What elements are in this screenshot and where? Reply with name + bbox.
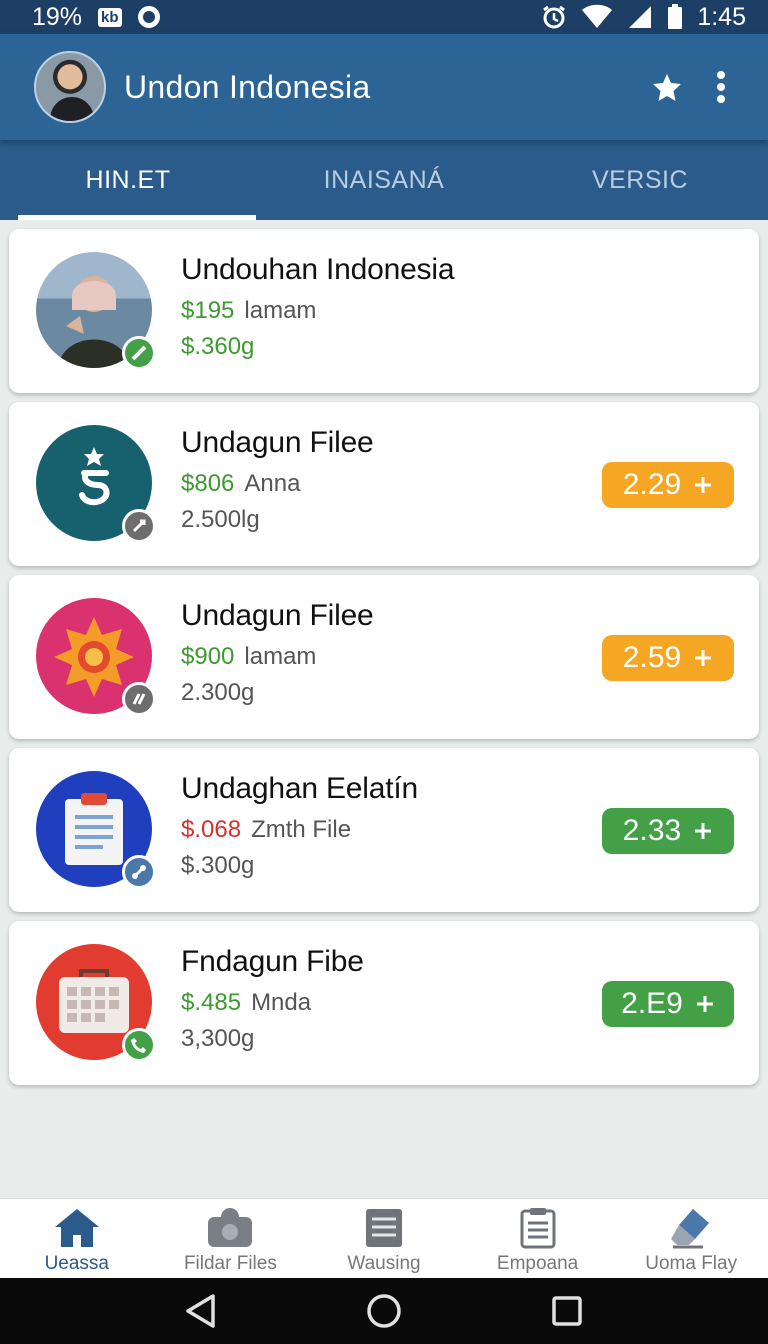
item-title: Undagun Filee (181, 426, 374, 459)
item-size: 3,300g (181, 1025, 255, 1052)
bottom-navigation: Ueassa Fildar Files Wausing Empoana Uoma… (0, 1198, 768, 1278)
nav-label: Wausing (347, 1253, 421, 1274)
item-price-suffix: Zmth File (251, 816, 352, 843)
buy-button[interactable]: 2.33 (602, 808, 734, 854)
avatar[interactable] (34, 51, 106, 123)
item-title: Undaghan Eelatín (181, 772, 418, 805)
camera-icon (208, 1208, 253, 1247)
item-title: Fndagun Fibe (181, 945, 364, 978)
more-vert-icon (717, 71, 725, 103)
item-size: $.300g (181, 852, 255, 879)
plus-icon (696, 996, 713, 1012)
nav-item-uoma-flay[interactable]: Uoma Flay (614, 1199, 768, 1278)
item-price: $195 (181, 297, 235, 324)
link-icon (122, 509, 156, 543)
list-item[interactable]: Undouhan Indonesia $195 lamam $.360g (9, 229, 759, 393)
item-size: $.360g (181, 333, 255, 360)
signal-icon (629, 6, 652, 28)
nav-item-home[interactable]: Ueassa (0, 1199, 154, 1278)
tab-bar: HIN.ET INAISANÁ VERSIC (0, 140, 768, 220)
nav-item-empoana[interactable]: Empoana (461, 1199, 615, 1278)
list-item[interactable]: Undaghan Eelatín $.068 Zmth File $.300g 2… (9, 748, 759, 912)
item-list: Undouhan Indonesia $195 lamam $.360g Unda… (9, 229, 759, 1094)
tab-versic[interactable]: VERSIC (512, 140, 768, 220)
item-price-suffix: lamam (244, 643, 317, 670)
buy-button[interactable]: 2.29 (602, 462, 734, 508)
list-item[interactable]: Undagun Filee $806 Anna 2.500lg 2.29 (9, 402, 759, 566)
app-bar: Undon Indonesia (0, 34, 768, 140)
nav-label: Ueassa (44, 1253, 109, 1274)
nav-label: Empoana (496, 1253, 579, 1274)
nav-label: Fildar Files (183, 1253, 277, 1274)
link-icon (122, 855, 156, 889)
home-icon (54, 1209, 99, 1247)
more-options-button[interactable] (694, 60, 748, 114)
plus-icon (695, 823, 712, 839)
item-title: Undagun Filee (181, 599, 374, 632)
eraser-icon (671, 1209, 710, 1249)
buy-button[interactable]: 2.59 (602, 635, 734, 681)
check-icon (122, 336, 156, 370)
alarm-icon (543, 5, 566, 29)
item-title: Undouhan Indonesia (181, 253, 455, 286)
battery-icon (668, 4, 683, 29)
page-title: Undon Indonesia (124, 68, 371, 105)
plus-icon (695, 650, 712, 666)
buy-button-label: 2.33 (622, 814, 682, 847)
item-size: 2.300g (181, 679, 255, 706)
clipboard-list-icon (520, 1208, 556, 1249)
link-icon (122, 682, 156, 716)
favorite-button[interactable] (640, 60, 694, 114)
document-icon (365, 1209, 402, 1247)
item-price: $806 (181, 470, 235, 497)
item-price: $.068 (181, 816, 242, 843)
sync-icon (137, 6, 160, 28)
nav-item-files[interactable]: Fildar Files (154, 1199, 308, 1278)
nav-item-wausing[interactable]: Wausing (307, 1199, 461, 1278)
item-size: 2.500lg (181, 506, 260, 533)
item-price: $900 (181, 643, 235, 670)
item-price-suffix: Anna (244, 470, 301, 497)
status-bar: 19% kb 1:45 (0, 0, 768, 34)
item-price-suffix: lamam (244, 297, 317, 324)
notification-badge: kb (98, 7, 122, 27)
list-item[interactable]: Fndagun Fibe $.485 Mnda 3,300g 2.E9 (9, 921, 759, 1085)
clock: 1:45 (697, 2, 746, 31)
battery-percent: 19% (32, 2, 83, 31)
back-icon[interactable] (183, 1293, 219, 1329)
home-circle-icon[interactable] (366, 1293, 402, 1329)
plus-icon (695, 477, 712, 493)
recents-icon[interactable] (549, 1293, 585, 1329)
tab-hinet[interactable]: HIN.ET (0, 140, 256, 220)
tab-inaisana[interactable]: INAISANÁ (256, 140, 512, 220)
item-price: $.485 (181, 989, 242, 1016)
buy-button-label: 2.59 (622, 641, 682, 674)
phone-icon (122, 1028, 156, 1062)
buy-button-label: 2.29 (622, 468, 682, 501)
wifi-icon (582, 4, 613, 28)
item-price-suffix: Mnda (251, 989, 312, 1016)
buy-button[interactable]: 2.E9 (602, 981, 734, 1027)
list-item[interactable]: Undagun Filee $900 lamam 2.300g 2.59 (9, 575, 759, 739)
star-icon (653, 74, 681, 101)
nav-label: Uoma Flay (645, 1253, 738, 1274)
buy-button-label: 2.E9 (621, 987, 683, 1020)
system-navigation-bar (0, 1278, 768, 1344)
